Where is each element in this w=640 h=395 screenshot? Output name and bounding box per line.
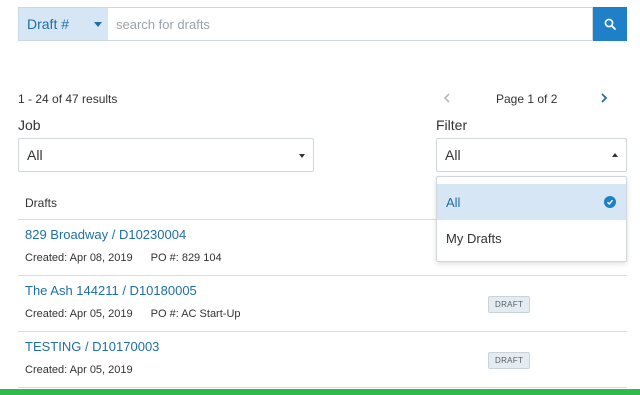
filter-option-my-drafts[interactable]: My Drafts: [437, 220, 626, 256]
search-button[interactable]: [593, 7, 627, 41]
draft-status-badge: DRAFT: [488, 352, 531, 369]
filter-selected-value: All: [445, 147, 461, 163]
draft-created-date: Created: Apr 08, 2019: [25, 252, 133, 264]
previous-page-button[interactable]: [441, 90, 453, 106]
draft-row: TESTING / D10170003 Created: Apr 05, 201…: [18, 332, 627, 388]
draft-title-link[interactable]: 829 Broadway / D10230004: [25, 227, 186, 242]
caret-up-icon: [612, 153, 618, 157]
search-type-dropdown[interactable]: Draft #: [18, 7, 108, 41]
draft-created-date: Created: Apr 05, 2019: [25, 364, 133, 376]
caret-down-icon: [299, 154, 305, 158]
next-page-button[interactable]: [598, 90, 610, 106]
draft-meta: Created: Apr 05, 2019 PO #: AC Start-Up: [25, 308, 241, 320]
page-indicator: Page 1 of 2: [496, 92, 558, 106]
filter-option-label: My Drafts: [446, 230, 502, 246]
job-selected-value: All: [27, 147, 43, 163]
check-circle-icon: [604, 196, 616, 208]
job-label: Job: [18, 117, 41, 133]
search-icon: [604, 18, 616, 30]
draft-po-number: PO #: AC Start-Up: [150, 308, 241, 320]
filter-select[interactable]: All: [436, 138, 627, 172]
draft-po-number: PO #: 829 104: [150, 252, 222, 264]
chevron-left-icon: [443, 93, 450, 103]
filter-option-all[interactable]: All: [437, 184, 626, 220]
status-bar: [0, 389, 640, 395]
search-input[interactable]: [108, 7, 593, 41]
draft-meta: Created: Apr 08, 2019 PO #: 829 104: [25, 252, 222, 264]
draft-row: The Ash 144211 / D10180005 Created: Apr …: [18, 276, 627, 332]
filter-option-label: All: [446, 194, 461, 210]
draft-meta: Created: Apr 05, 2019: [25, 364, 133, 376]
filter-label: Filter: [436, 117, 468, 133]
filter-dropdown-menu: All My Drafts: [436, 176, 627, 262]
draft-status-badge: DRAFT: [488, 296, 531, 313]
job-select[interactable]: All: [18, 138, 314, 172]
chevron-right-icon: [601, 93, 608, 103]
draft-title-link[interactable]: The Ash 144211 / D10180005: [25, 283, 197, 298]
search-type-label: Draft #: [27, 16, 70, 32]
caret-down-icon: [94, 22, 102, 27]
results-count: 1 - 24 of 47 results: [18, 92, 118, 106]
search-bar: Draft #: [18, 7, 627, 41]
draft-title-link[interactable]: TESTING / D10170003: [25, 339, 159, 354]
draft-created-date: Created: Apr 05, 2019: [25, 308, 133, 320]
